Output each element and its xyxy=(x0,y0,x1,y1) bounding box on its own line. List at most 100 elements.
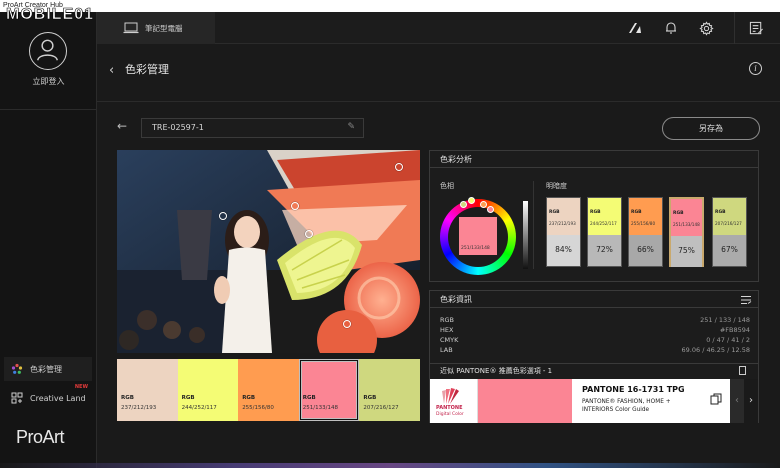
color-swatch[interactable]: RGB 237/212/193 xyxy=(117,359,178,421)
hue-marker xyxy=(480,201,487,208)
info-value: 69.06 / 46.25 / 12.58 xyxy=(681,346,750,354)
list-menu-icon[interactable] xyxy=(740,295,752,305)
color-analysis-panel: 色彩分析 色相 明暗度 251/133/148 RGB 237/212/193 … xyxy=(429,150,759,282)
watermark-text: MOBILE01 xyxy=(6,6,95,24)
color-palette-icon xyxy=(10,362,24,376)
save-as-button[interactable]: 另存為 xyxy=(662,117,760,140)
hue-label: 色相 xyxy=(440,182,454,190)
pantone-logo-brand: PANTONE xyxy=(436,405,463,411)
swatch-rgb: 237/212/193 xyxy=(121,405,157,411)
photo-illustration xyxy=(117,150,420,353)
luminance-percent: 67% xyxy=(721,245,738,254)
color-swatch[interactable]: RGB 244/252/117 xyxy=(177,359,239,421)
bell-icon[interactable] xyxy=(663,20,679,36)
sidebar-item-creative-land[interactable]: Creative Land NEW xyxy=(4,384,92,410)
info-row-rgb: RGB 251 / 133 / 148 xyxy=(440,316,750,324)
proart-a-icon[interactable] xyxy=(628,20,644,36)
info-key: RGB xyxy=(440,316,455,324)
info-value: 251 / 133 / 148 xyxy=(700,316,750,324)
pantone-swatch xyxy=(478,379,572,423)
info-key: HEX xyxy=(440,326,454,334)
laptop-icon xyxy=(123,22,139,34)
hue-center-rgb: 251/133/148 xyxy=(461,246,490,251)
hue-center-swatch: 251/133/148 xyxy=(459,217,497,255)
luminance-card-label: RGB xyxy=(673,211,684,216)
window-titlebar: ProArt Creator Hub xyxy=(0,0,780,12)
device-tab-laptop[interactable]: 筆記型電腦 xyxy=(97,12,215,44)
luminance-card-selected[interactable]: RGB 251/133/148 75% xyxy=(669,197,704,267)
picker-point[interactable] xyxy=(305,230,313,238)
proart-logo: ProArt xyxy=(16,427,65,447)
page-header: ‹ 色彩管理 i xyxy=(97,44,780,102)
info-row-lab: LAB 69.06 / 46.25 / 12.58 xyxy=(440,346,750,354)
swatch-label: RGB xyxy=(242,395,256,401)
luminance-card[interactable]: RGB 207/216/127 67% xyxy=(712,197,747,267)
picker-point[interactable] xyxy=(219,212,227,220)
panel-title: 色彩分析 xyxy=(430,151,758,168)
sidebar-item-color-management[interactable]: 色彩管理 xyxy=(4,357,92,381)
luminance-card-rgb: 207/216/127 xyxy=(715,221,742,226)
info-key: LAB xyxy=(440,346,453,354)
info-icon[interactable]: i xyxy=(749,62,762,75)
color-swatch[interactable]: RGB 255/156/80 xyxy=(238,359,299,421)
luminance-card-label: RGB xyxy=(631,210,642,215)
hue-wheel: 251/133/148 xyxy=(440,197,516,275)
document-icon[interactable] xyxy=(739,366,746,375)
pantone-prev-button[interactable]: ‹ xyxy=(730,379,744,423)
luminance-card-color: RGB 251/133/148 xyxy=(671,199,702,236)
swatch-row: RGB 237/212/193 RGB 244/252/117 RGB 255/… xyxy=(117,359,420,421)
pantone-card: PANTONE Digital Color PANTONE 16-1731 TP… xyxy=(430,379,758,423)
picker-point[interactable] xyxy=(291,202,299,210)
luminance-card-label: RGB xyxy=(715,210,726,215)
edit-pencil-icon[interactable]: ✎ xyxy=(347,122,355,132)
luminance-card-color: RGB 237/212/193 xyxy=(547,198,580,235)
file-name-field[interactable]: TRE-02597-1 ✎ xyxy=(141,118,364,138)
luminance-card-label: RGB xyxy=(590,210,601,215)
luminance-card-rgb: 255/156/80 xyxy=(631,221,656,226)
luminance-card-label: RGB xyxy=(549,210,560,215)
luminance-card-gray: 67% xyxy=(713,235,746,266)
luminance-card[interactable]: RGB 244/252/117 72% xyxy=(587,197,622,267)
luminance-card-color: RGB 244/252/117 xyxy=(588,198,621,235)
login-label[interactable]: 立即登入 xyxy=(0,76,97,87)
pantone-color-desc: PANTONE® FASHION, HOME + INTERIORS Color… xyxy=(582,399,671,413)
hue-marker xyxy=(468,197,475,204)
luminance-card-color: RGB 207/216/127 xyxy=(713,198,746,235)
topbar: 筆記型電腦 xyxy=(97,12,780,44)
copy-icon[interactable] xyxy=(710,393,722,405)
pantone-suggestion-header: 近似 PANTONE® 推薦色彩選項 - 1 xyxy=(430,363,758,377)
pantone-next-button[interactable]: › xyxy=(744,379,758,423)
image-preview[interactable] xyxy=(117,150,420,353)
picker-point[interactable] xyxy=(395,163,403,171)
picker-point[interactable] xyxy=(343,320,351,328)
color-swatch[interactable]: RGB 207/216/127 xyxy=(359,359,420,421)
device-label: 筆記型電腦 xyxy=(145,23,183,33)
luminance-card-gray: 66% xyxy=(629,235,662,266)
info-key: CMYK xyxy=(440,336,459,344)
info-row-hex: HEX #FB8594 xyxy=(440,326,750,334)
back-chevron-icon[interactable]: ‹ xyxy=(109,63,114,78)
hue-marker xyxy=(487,206,494,213)
panel-divider xyxy=(533,181,534,269)
color-swatch[interactable]: RGB 251/133/148 xyxy=(298,359,360,421)
file-back-arrow-icon[interactable]: ← xyxy=(117,119,127,133)
avatar[interactable] xyxy=(29,32,67,70)
new-badge: NEW xyxy=(74,384,88,390)
luminance-card[interactable]: RGB 255/156/80 66% xyxy=(628,197,663,267)
feedback-icon[interactable] xyxy=(748,20,764,36)
swatch-rgb: 255/156/80 xyxy=(242,405,274,411)
color-info-panel: 色彩資訊 RGB 251 / 133 / 148 HEX #FB8594 CMY… xyxy=(429,290,759,423)
swatch-rgb: 251/133/148 xyxy=(302,405,338,411)
swatch-label: RGB xyxy=(121,395,134,401)
gear-icon[interactable] xyxy=(698,20,714,36)
pantone-header-text: 近似 PANTONE® 推薦色彩選項 - 1 xyxy=(440,367,553,375)
file-name-value: TRE-02597-1 xyxy=(152,123,204,132)
luminance-card-gray: 84% xyxy=(547,235,580,266)
topbar-separator xyxy=(734,12,735,44)
luminance-label: 明暗度 xyxy=(546,182,567,190)
pantone-fan-icon xyxy=(442,388,459,404)
luminance-card[interactable]: RGB 237/212/193 84% xyxy=(546,197,581,267)
pantone-logo-sub: Digital Color xyxy=(436,412,464,417)
info-value: 0 / 47 / 41 / 2 xyxy=(706,336,750,344)
swatch-rgb: 244/252/117 xyxy=(181,405,217,411)
